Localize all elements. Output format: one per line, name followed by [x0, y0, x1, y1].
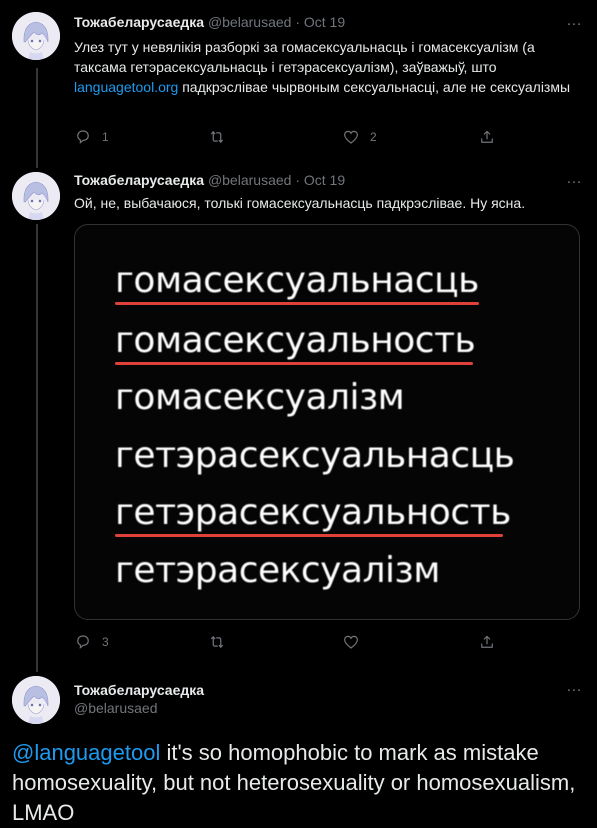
- like-icon: [344, 635, 358, 649]
- author-handle[interactable]: @belarusaed: [208, 14, 292, 30]
- retweet-icon: [210, 636, 224, 648]
- avatar[interactable]: [12, 172, 60, 220]
- spellcheck-underline: [115, 534, 503, 537]
- mention-link[interactable]: @languagetool: [12, 740, 160, 765]
- tweet-actions: 3: [74, 633, 504, 653]
- spellcheck-word: гетэрасексуальнасць: [115, 435, 515, 476]
- tweet-text-part: падкрэслівае чырвоным сексуальнасці, але…: [178, 79, 571, 95]
- tweet-header: Тожабеларусаедка @belarusaed · Oct 19: [74, 172, 345, 188]
- more-icon[interactable]: …: [566, 678, 583, 696]
- share-button[interactable]: [478, 633, 506, 651]
- timestamp[interactable]: Oct 19: [304, 172, 345, 188]
- like-icon: [344, 130, 358, 144]
- retweet-icon: [210, 131, 224, 143]
- retweet-button[interactable]: [208, 633, 236, 651]
- tweet-focused[interactable]: Тожабеларусаедка @belarusaed … @language…: [0, 668, 597, 827]
- more-icon[interactable]: …: [566, 12, 583, 30]
- retweet-button[interactable]: [208, 128, 236, 146]
- avatar[interactable]: [12, 676, 60, 724]
- tweet-header: Тожабеларусаедка @belarusaed: [74, 682, 204, 716]
- reply-button[interactable]: 1: [74, 128, 109, 146]
- tweet-text-part: Улез тут у невялікія разборкі за гомасек…: [74, 39, 535, 75]
- reply-count: 1: [102, 130, 109, 144]
- share-button[interactable]: [478, 128, 506, 146]
- spellcheck-word: гомасексуалізм: [115, 377, 405, 418]
- like-button[interactable]: 2: [342, 128, 377, 146]
- reply-count: 3: [102, 635, 109, 649]
- tweet-text: Улез тут у невялікія разборкі за гомасек…: [74, 37, 579, 97]
- spellcheck-word: гомасексуальнасць: [115, 260, 479, 301]
- author-name[interactable]: Тожабеларусаедка: [74, 682, 204, 698]
- share-icon: [481, 635, 493, 648]
- like-button[interactable]: [342, 633, 370, 651]
- timestamp[interactable]: Oct 19: [304, 14, 345, 30]
- author-name[interactable]: Тожабеларусаедка: [74, 14, 204, 30]
- author-name[interactable]: Тожабеларусаедка: [74, 172, 204, 188]
- separator-dot: ·: [295, 172, 300, 188]
- reply-icon: [77, 635, 89, 649]
- spellcheck-word: гомасексуальность: [115, 320, 476, 361]
- tweet-image[interactable]: гомасексуальнасць гомасексуальность гома…: [74, 224, 580, 620]
- tweet-text: @languagetool it's so homophobic to mark…: [12, 738, 587, 828]
- separator-dot: ·: [295, 14, 300, 30]
- reply-button[interactable]: 3: [74, 633, 109, 651]
- spellcheck-underline: [115, 302, 479, 305]
- author-handle[interactable]: @belarusaed: [208, 172, 292, 188]
- tweet-text: Ой, не, выбачаюся, толькі гомасексуальна…: [74, 195, 526, 211]
- share-icon: [481, 130, 493, 143]
- spellcheck-word: гетэрасексуалізм: [115, 550, 440, 591]
- spellcheck-word: гетэрасексуальность: [115, 492, 511, 533]
- more-icon[interactable]: …: [566, 170, 583, 188]
- spellcheck-underline: [115, 362, 473, 365]
- avatar[interactable]: [12, 12, 60, 60]
- reply-icon: [77, 130, 89, 144]
- author-handle[interactable]: @belarusaed: [74, 700, 204, 716]
- tweet-actions: 1 2: [74, 128, 504, 148]
- tweet[interactable]: Тожабеларусаедка @belarusaed · Oct 19 … …: [0, 0, 597, 160]
- tweet[interactable]: Тожабеларусаедка @belarusaed · Oct 19 … …: [0, 160, 597, 668]
- tweet-header: Тожабеларусаедка @belarusaed · Oct 19: [74, 14, 345, 30]
- tweet-link[interactable]: languagetool.org: [74, 79, 178, 95]
- like-count: 2: [370, 130, 377, 144]
